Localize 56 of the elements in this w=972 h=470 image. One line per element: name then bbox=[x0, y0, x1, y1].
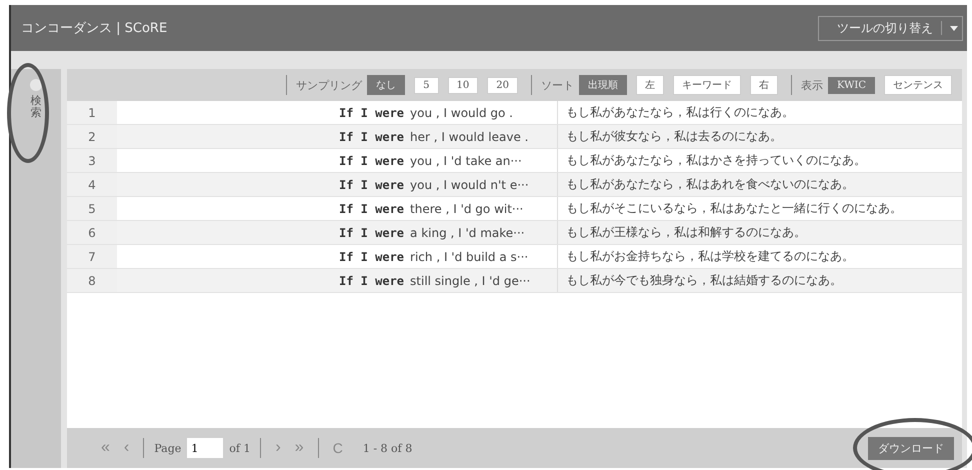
row-number: 7 bbox=[67, 245, 117, 268]
first-page-button[interactable]: « bbox=[97, 439, 114, 457]
translation-cell: もし私があなたなら，私は行くのになあ。 bbox=[557, 101, 794, 124]
option-label: ソート bbox=[541, 78, 574, 92]
right-context: you , I would n't e··· bbox=[410, 178, 529, 192]
last-page-button[interactable]: » bbox=[290, 439, 308, 457]
translation-cell: もし私が王様なら，私は和解するのになあ。 bbox=[557, 221, 806, 244]
option-button[interactable]: 出現順 bbox=[579, 75, 627, 95]
translation-cell: もし私が今でも独身なら，私は結婚するのになあ。 bbox=[557, 269, 842, 292]
keyword-text: If I were bbox=[339, 274, 404, 288]
result-summary: 1 - 8 of 8 bbox=[362, 442, 412, 454]
keyword-text: If I were bbox=[339, 202, 404, 216]
keyword-text: If I were bbox=[339, 178, 404, 192]
right-context: you , I would go . bbox=[410, 106, 513, 120]
option-button[interactable]: なし bbox=[367, 75, 406, 95]
keyword-text: If I were bbox=[339, 130, 404, 144]
translation-cell: もし私がそこにいるなら，私はあなたと一緒に行くのになあ。 bbox=[557, 197, 902, 220]
right-context: rich , I 'd build a s··· bbox=[410, 250, 528, 264]
translation-cell: もし私があなたなら，私はあれを食べないのになあ。 bbox=[557, 173, 854, 196]
option-button[interactable]: 5 bbox=[414, 76, 439, 94]
previous-page-button[interactable]: ‹ bbox=[120, 439, 134, 457]
option-button[interactable]: 10 bbox=[448, 76, 478, 94]
next-page-button[interactable]: › bbox=[271, 439, 285, 457]
refresh-button[interactable]: C bbox=[328, 440, 347, 456]
option-label: サンプリング bbox=[296, 78, 362, 92]
translation-cell: もし私が彼女なら，私は去るのになあ。 bbox=[557, 125, 782, 148]
option-button[interactable]: センテンス bbox=[884, 75, 952, 95]
caret-icon bbox=[950, 26, 958, 30]
row-number: 5 bbox=[67, 197, 117, 220]
option-button[interactable]: 右 bbox=[750, 75, 778, 95]
option-button[interactable]: 左 bbox=[636, 75, 664, 95]
keyword-text: If I were bbox=[339, 226, 404, 240]
translation-cell: もし私がお金持ちなら，私は学校を建てるのになあ。 bbox=[557, 245, 854, 268]
right-context: still single , I 'd ge··· bbox=[410, 274, 530, 288]
tool-switch-button[interactable]: ツールの切り替え bbox=[818, 16, 963, 40]
option-button[interactable]: KWIC bbox=[828, 76, 875, 94]
row-number: 1 bbox=[67, 101, 117, 124]
keyword-text: If I were bbox=[339, 154, 404, 168]
page-label: Page bbox=[154, 442, 182, 454]
sidebar-tab[interactable]: 検索 bbox=[30, 95, 42, 120]
page-field[interactable]: 1 bbox=[187, 438, 224, 458]
page-count: of 1 bbox=[229, 442, 250, 454]
keyword-text: If I were bbox=[339, 106, 404, 120]
expand-icon[interactable] bbox=[30, 79, 42, 91]
window-title: コンコーダンス | SCoRE bbox=[21, 20, 168, 37]
option-button[interactable]: キーワード bbox=[673, 75, 741, 95]
right-context: a king , I 'd make··· bbox=[410, 226, 525, 240]
row-number: 3 bbox=[67, 149, 117, 172]
translation-cell: もし私があなたなら，私はかさを持っていくのになあ。 bbox=[557, 149, 866, 172]
right-context: her , I would leave . bbox=[410, 130, 528, 144]
right-context: there , I 'd go wit··· bbox=[410, 202, 524, 216]
keyword-text: If I were bbox=[339, 250, 404, 264]
option-label: 表示 bbox=[801, 78, 823, 92]
option-button[interactable]: 20 bbox=[487, 76, 518, 94]
right-context: you , I 'd take an··· bbox=[410, 154, 522, 168]
download-button[interactable]: ダウンロード bbox=[868, 436, 954, 460]
